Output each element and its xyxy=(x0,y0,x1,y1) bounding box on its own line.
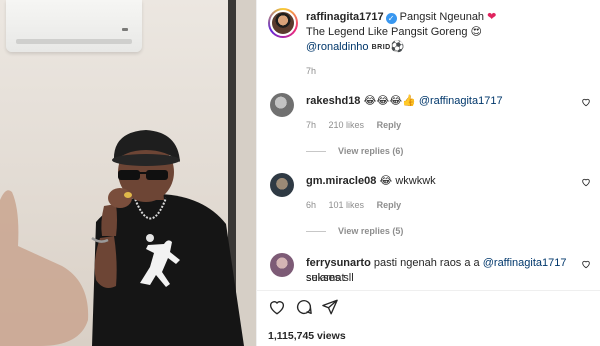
view-replies-label: View replies (6) xyxy=(338,146,404,156)
post-viewer: raffinagita1717 ✓ Pangsit Ngeunah ❤ The Le… xyxy=(0,0,600,346)
heart-eyes-emoji-icon: 😍 xyxy=(470,26,482,38)
video-subject-illustration xyxy=(0,130,244,346)
comment-mention-link[interactable]: @raffinagita1717 xyxy=(419,95,503,107)
post-video[interactable] xyxy=(0,0,256,346)
comment-username[interactable]: gm.miracle08 xyxy=(306,175,376,187)
comment-like-heart-icon[interactable] xyxy=(581,259,591,269)
commenter-avatar[interactable] xyxy=(270,253,294,277)
share-icon xyxy=(322,299,338,315)
comment-body-line-2: sukses sll xyxy=(306,272,354,284)
verified-badge-icon: ✓ xyxy=(385,13,397,24)
view-replies-button[interactable]: View replies (5) xyxy=(306,226,403,236)
commenter-avatar[interactable] xyxy=(270,93,294,117)
comment-likes[interactable]: 210 likes xyxy=(329,120,365,130)
caption-line-1: Pangsit Ngeunah xyxy=(399,11,485,23)
author-avatar[interactable] xyxy=(268,8,298,38)
comment-mention-link[interactable]: @raffinagita1717 xyxy=(483,257,567,269)
comment-reply-button[interactable]: Reply xyxy=(377,120,402,130)
comment-meta: 7h 210 likes Reply xyxy=(306,120,411,130)
soccer-ball-emoji-icon: ⚽ xyxy=(390,41,405,53)
red-heart-emoji-icon: ❤ xyxy=(487,11,497,23)
caption-row-3: @ronaldinho BRID⚽ xyxy=(306,40,596,55)
comment-text: rakeshd18 😂😂😂👍 @raffinagita1717 xyxy=(306,94,596,109)
caption-row-2: The Legend Like Pangsit Goreng 😍 xyxy=(306,25,596,40)
comment-text-line-2: sukses sll xyxy=(306,271,596,286)
comment-emojis: 😂 xyxy=(379,175,393,187)
caption-mention-link[interactable]: @ronaldinho xyxy=(306,41,369,53)
comment-emojis: 😂😂😂👍 xyxy=(363,95,416,107)
comment-like-heart-icon[interactable] xyxy=(581,97,591,107)
caption-line-2: The Legend Like Pangsit Goreng xyxy=(306,26,468,38)
comment-reply-button[interactable]: Reply xyxy=(377,200,402,210)
comment-username[interactable]: rakeshd18 xyxy=(306,95,360,107)
heart-icon xyxy=(269,301,285,315)
share-button[interactable] xyxy=(321,298,339,316)
post-meta: 7h xyxy=(306,66,326,76)
commenter-avatar[interactable] xyxy=(270,173,294,197)
author-username[interactable]: raffinagita1717 xyxy=(306,11,384,23)
view-replies-button[interactable]: View replies (6) xyxy=(306,146,403,156)
comment-button[interactable] xyxy=(295,298,313,316)
comment-like-heart-icon[interactable] xyxy=(581,177,591,187)
comment-body: pasti ngenah raos a a xyxy=(373,257,480,269)
comment-username[interactable]: ferrysunarto xyxy=(306,257,371,269)
comment-body: wkwkwk xyxy=(395,175,436,187)
comment-likes[interactable]: 101 likes xyxy=(329,200,365,210)
post-timestamp: 7h xyxy=(306,66,317,76)
comment-text: gm.miracle08 😂 wkwkwk xyxy=(306,174,596,189)
like-button[interactable] xyxy=(268,298,286,316)
comment-icon xyxy=(296,299,312,315)
comment-meta: 6h 101 likes Reply xyxy=(306,200,411,210)
comment-time: 6h xyxy=(306,200,317,210)
action-bar-divider xyxy=(257,290,600,291)
caption-tag: BRID xyxy=(371,44,391,51)
view-replies-label: View replies (5) xyxy=(338,226,404,236)
view-count: 1,115,745 views xyxy=(268,330,346,342)
comment-time: 7h xyxy=(306,120,317,130)
post-caption: raffinagita1717 ✓ Pangsit Ngeunah ❤ xyxy=(306,10,596,25)
